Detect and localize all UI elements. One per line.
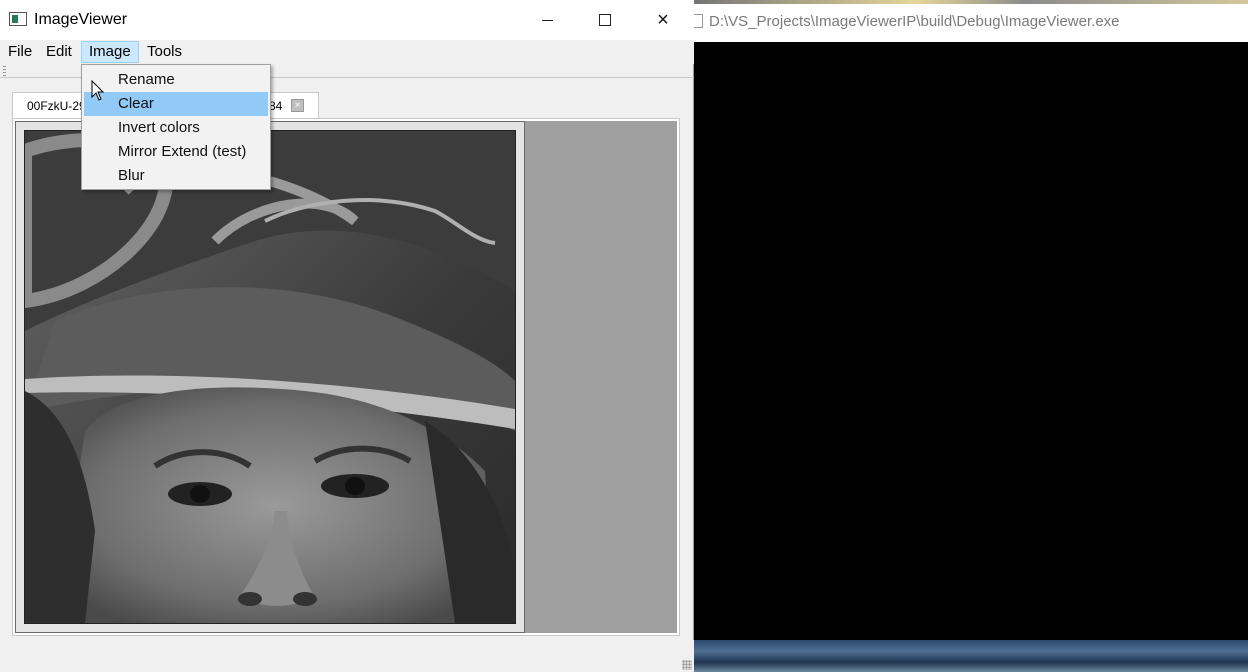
menu-file[interactable]: File bbox=[2, 41, 38, 63]
photo-illustration bbox=[25, 131, 515, 623]
menu-edit[interactable]: Edit bbox=[40, 41, 78, 63]
grayscale-photo bbox=[24, 130, 516, 624]
status-bar bbox=[0, 640, 694, 672]
maximize-icon bbox=[599, 14, 611, 26]
minimize-button[interactable] bbox=[518, 0, 576, 40]
console-title-bar[interactable]: D:\VS_Projects\ImageViewerIP\build\Debug… bbox=[694, 0, 1248, 42]
app-icon bbox=[9, 12, 27, 26]
console-icon bbox=[694, 14, 703, 28]
tab-label-end: 84 bbox=[269, 99, 283, 113]
tab-close-icon[interactable]: × bbox=[291, 99, 304, 112]
menu-bar: File Edit Image Tools bbox=[0, 40, 694, 64]
window-title: ImageViewer bbox=[34, 11, 128, 28]
background-strip bbox=[694, 0, 1248, 4]
menu-item-mirror-extend[interactable]: Mirror Extend (test) bbox=[84, 140, 268, 164]
menu-item-invert-colors[interactable]: Invert colors bbox=[84, 116, 268, 140]
close-icon: × bbox=[657, 9, 669, 31]
menu-tools[interactable]: Tools bbox=[141, 41, 188, 63]
minimize-icon bbox=[541, 19, 553, 21]
maximize-button[interactable] bbox=[576, 0, 634, 40]
image-frame bbox=[15, 121, 525, 633]
title-bar[interactable]: ImageViewer × bbox=[0, 0, 694, 40]
toolbar-grip[interactable] bbox=[3, 66, 6, 77]
image-canvas[interactable] bbox=[15, 121, 677, 633]
menu-item-clear[interactable]: Clear bbox=[84, 92, 268, 116]
size-grip-icon[interactable] bbox=[682, 660, 692, 670]
mouse-cursor-icon bbox=[91, 80, 105, 101]
background-image-strip bbox=[694, 640, 1248, 672]
console-title: D:\VS_Projects\ImageViewerIP\build\Debug… bbox=[709, 13, 1120, 30]
image-pane bbox=[12, 118, 680, 636]
menu-item-blur[interactable]: Blur bbox=[84, 164, 268, 188]
menu-item-rename[interactable]: Rename bbox=[84, 68, 268, 92]
close-button[interactable]: × bbox=[634, 0, 692, 40]
image-menu-dropdown: Rename Clear Invert colors Mirror Extend… bbox=[81, 64, 271, 190]
tab-label: 00FzkU-29 bbox=[27, 99, 82, 113]
menu-image[interactable]: Image bbox=[81, 41, 139, 63]
console-window: D:\VS_Projects\ImageViewerIP\build\Debug… bbox=[694, 0, 1248, 672]
